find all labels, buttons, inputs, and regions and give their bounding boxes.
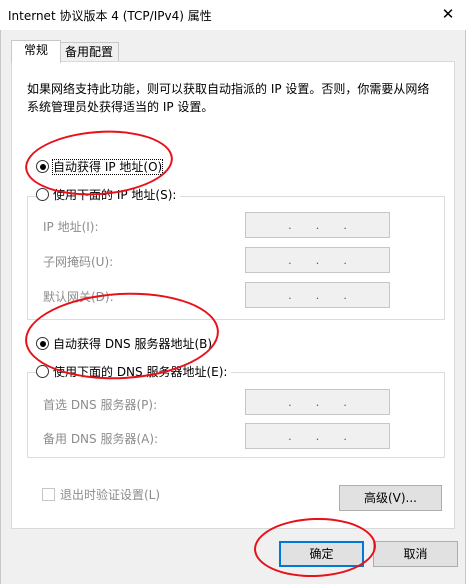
validate-on-exit-label: 退出时验证设置(L) [60, 488, 161, 502]
preferred-dns-label: 首选 DNS 服务器(P): [43, 398, 158, 412]
default-gateway-label: 默认网关(D): [43, 290, 114, 304]
description-text: 如果网络支持此功能，则可以获取自动指派的 IP 设置。否则，你需要从网络系统管理… [27, 82, 430, 114]
radio-indicator-checked [36, 337, 49, 350]
radio-manual-ip[interactable]: 使用下面的 IP 地址(S): [36, 186, 181, 204]
radio-manual-dns[interactable]: 使用下面的 DNS 服务器地址(E): [36, 363, 232, 381]
tab-general[interactable]: 常规 [11, 40, 61, 63]
subnet-mask-label: 子网掩码(U): [43, 255, 114, 269]
radio-manual-ip-label: 使用下面的 IP 地址(S): [53, 188, 177, 202]
title-bar: Internet 协议版本 4 (TCP/IPv4) 属性 ✕ [0, 0, 466, 30]
default-gateway-input[interactable]: ... [245, 282, 390, 308]
radio-indicator [36, 188, 49, 201]
radio-auto-dns[interactable]: 自动获得 DNS 服务器地址(B) [36, 335, 212, 353]
radio-indicator [36, 365, 49, 378]
checkbox-box [42, 488, 55, 501]
validate-on-exit-checkbox[interactable]: 退出时验证设置(L) [42, 486, 160, 503]
ip-address-input[interactable]: ... [245, 212, 390, 238]
alternate-dns-input[interactable]: ... [245, 423, 390, 449]
alternate-dns-label: 备用 DNS 服务器(A): [43, 432, 159, 446]
preferred-dns-input[interactable]: ... [245, 389, 390, 415]
window-left-edge [0, 30, 1, 584]
window-title: Internet 协议版本 4 (TCP/IPv4) 属性 [8, 9, 212, 23]
radio-indicator-checked [36, 160, 49, 173]
advanced-button[interactable]: 高级(V)... [339, 485, 442, 511]
radio-manual-dns-label: 使用下面的 DNS 服务器地址(E): [53, 365, 228, 379]
ip-address-label: IP 地址(I): [43, 220, 99, 234]
close-icon[interactable]: ✕ [430, 0, 466, 30]
cancel-button[interactable]: 取消 [373, 541, 458, 567]
radio-auto-dns-label: 自动获得 DNS 服务器地址(B) [53, 337, 213, 351]
subnet-mask-input[interactable]: ... [245, 247, 390, 273]
radio-auto-ip[interactable]: 自动获得 IP 地址(O) [36, 158, 164, 176]
ok-button[interactable]: 确定 [279, 541, 364, 567]
radio-auto-ip-label: 自动获得 IP 地址(O) [51, 159, 164, 175]
